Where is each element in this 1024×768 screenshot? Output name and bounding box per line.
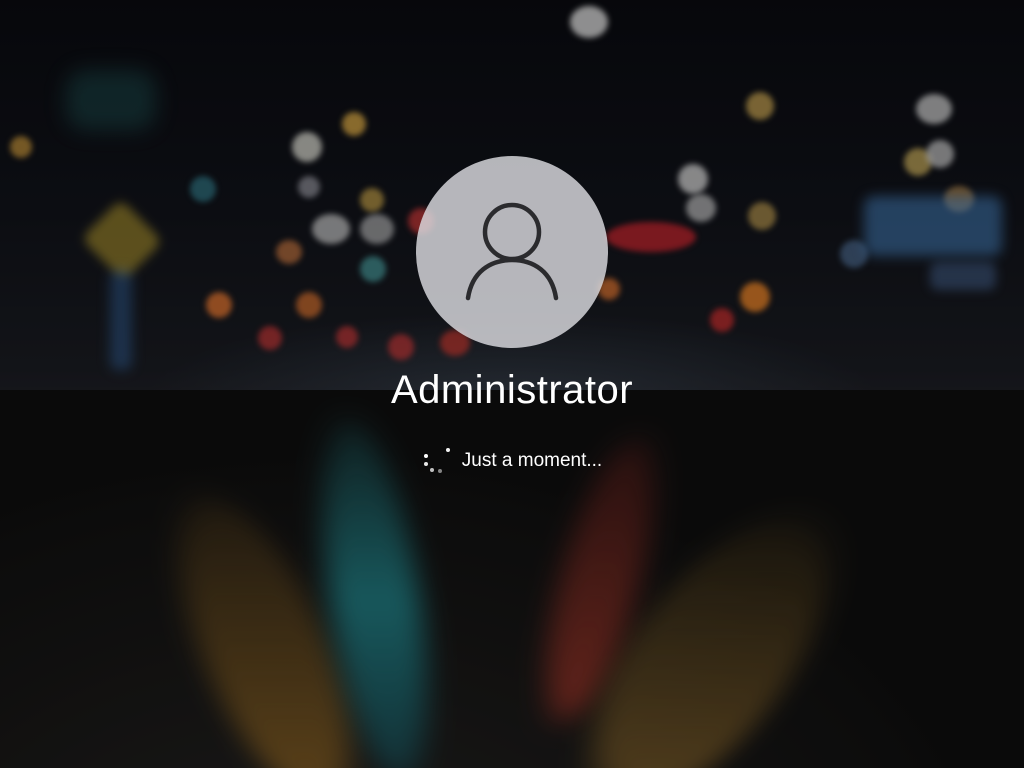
- lock-screen: Administrator Just a moment...: [0, 0, 1024, 768]
- loading-spinner-icon: [422, 448, 450, 474]
- user-icon: [465, 202, 559, 301]
- login-status: Just a moment...: [0, 448, 1024, 474]
- username-label: Administrator: [390, 368, 634, 412]
- status-text: Just a moment...: [461, 450, 603, 471]
- user-avatar: [416, 156, 608, 348]
